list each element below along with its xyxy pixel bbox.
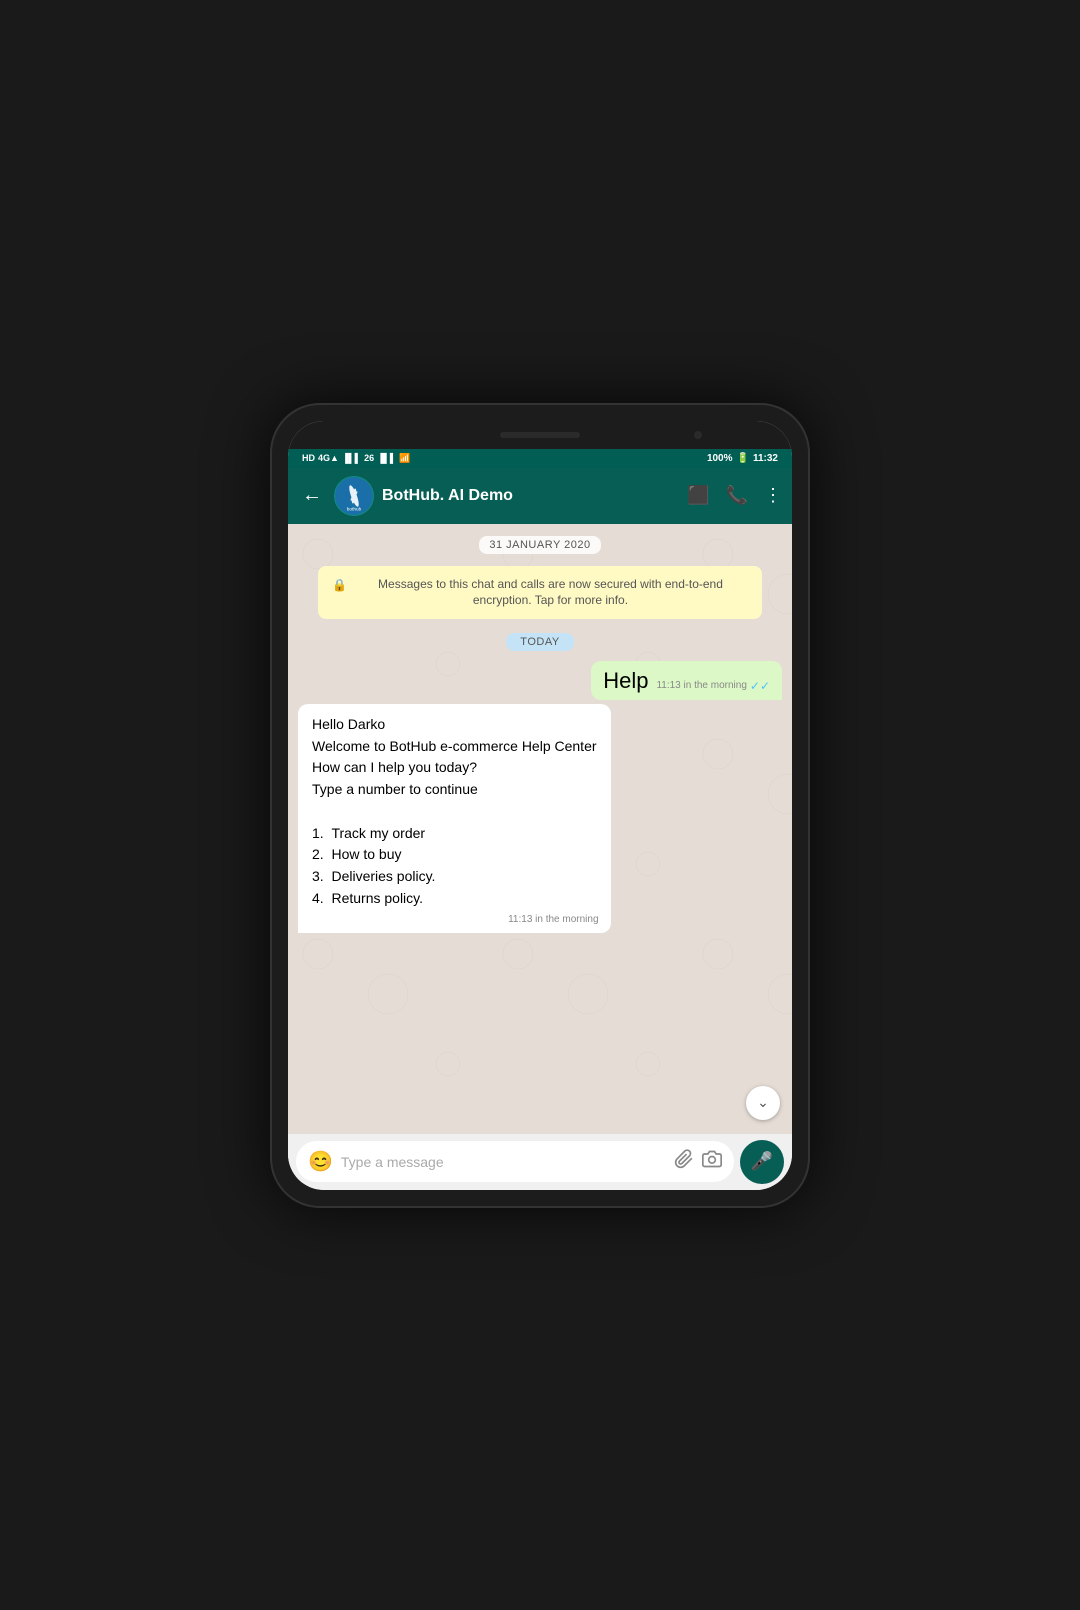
date-header: 31 JANUARY 2020 [479, 536, 600, 554]
message-received-bot: Hello Darko Welcome to BotHub e-commerce… [298, 704, 611, 933]
phone-screen: HD 4G▲ ▐▌▌ 26 ▐▌▌ 📶 100% 🔋 11:32 ← [288, 421, 792, 1190]
mic-button[interactable]: 🎤 [740, 1140, 784, 1184]
video-call-icon[interactable]: ⬛ [687, 485, 709, 506]
avatar[interactable]: bothub [334, 476, 374, 516]
scroll-down-button[interactable]: ⌄ [746, 1086, 780, 1120]
status-bar: HD 4G▲ ▐▌▌ 26 ▐▌▌ 📶 100% 🔋 11:32 [288, 449, 792, 468]
network-2g: 26 [364, 453, 374, 463]
received-message-time: 11:13 in the morning [508, 912, 598, 928]
contact-name: BotHub. AI Demo [382, 487, 679, 505]
chat-area: 31 JANUARY 2020 🔒 Messages to this chat … [288, 524, 792, 1134]
camera-dot [694, 431, 702, 439]
sent-time: 11:13 in the morning [656, 680, 746, 691]
phone-frame: HD 4G▲ ▐▌▌ 26 ▐▌▌ 📶 100% 🔋 11:32 ← [270, 403, 810, 1208]
message-input[interactable]: Type a message [341, 1154, 666, 1170]
hd-indicator: HD [302, 453, 315, 463]
sent-message-meta: 11:13 in the morning ✓✓ [656, 679, 770, 693]
chat-wrapper: 31 JANUARY 2020 🔒 Messages to this chat … [288, 524, 792, 1190]
mic-icon: 🎤 [751, 1151, 773, 1172]
header-action-icons: ⬛ 📞 ⋮ [687, 485, 782, 506]
chat-header: ← bothub BotHub. AI Demo ⬛ 📞 [288, 468, 792, 524]
time-display: 11:32 [753, 453, 778, 464]
signal-bars-4g: ▐▌▌ [342, 453, 361, 463]
attachment-icon[interactable] [674, 1149, 694, 1174]
network-4g: 4G▲ [318, 453, 339, 463]
wifi-icon: 📶 [399, 453, 410, 464]
contact-info: BotHub. AI Demo [382, 487, 679, 505]
sent-message-text: Help [603, 668, 648, 694]
signal-bars-2g: ▐▌▌ [377, 453, 396, 463]
received-message-text: Hello Darko Welcome to BotHub e-commerce… [312, 714, 597, 909]
emoji-button[interactable]: 😊 [308, 1149, 333, 1174]
security-notice[interactable]: 🔒 Messages to this chat and calls are no… [318, 566, 762, 620]
status-right: 100% 🔋 11:32 [707, 453, 778, 464]
back-button[interactable]: ← [298, 482, 326, 509]
voice-call-icon[interactable]: 📞 [726, 485, 748, 506]
message-sent-help: Help 11:13 in the morning ✓✓ [591, 661, 782, 700]
battery-icon: 🔋 [737, 453, 749, 464]
sent-message-content: Help 11:13 in the morning ✓✓ [603, 668, 770, 694]
message-input-bar: 😊 Type a message 🎤 [288, 1134, 792, 1190]
lock-icon: 🔒 [332, 577, 347, 594]
double-check-icon: ✓✓ [750, 679, 770, 693]
input-field-wrap: 😊 Type a message [296, 1141, 734, 1182]
chevron-down-icon: ⌄ [757, 1094, 769, 1111]
svg-text:bothub: bothub [347, 506, 362, 512]
speaker-bar [500, 432, 580, 438]
battery-percent: 100% [707, 453, 733, 464]
security-text: Messages to this chat and calls are now … [353, 576, 748, 610]
phone-notch [288, 421, 792, 449]
more-options-icon[interactable]: ⋮ [764, 485, 782, 506]
today-chip: TODAY [506, 633, 573, 651]
status-left: HD 4G▲ ▐▌▌ 26 ▐▌▌ 📶 [302, 453, 410, 464]
camera-button[interactable] [702, 1149, 722, 1174]
